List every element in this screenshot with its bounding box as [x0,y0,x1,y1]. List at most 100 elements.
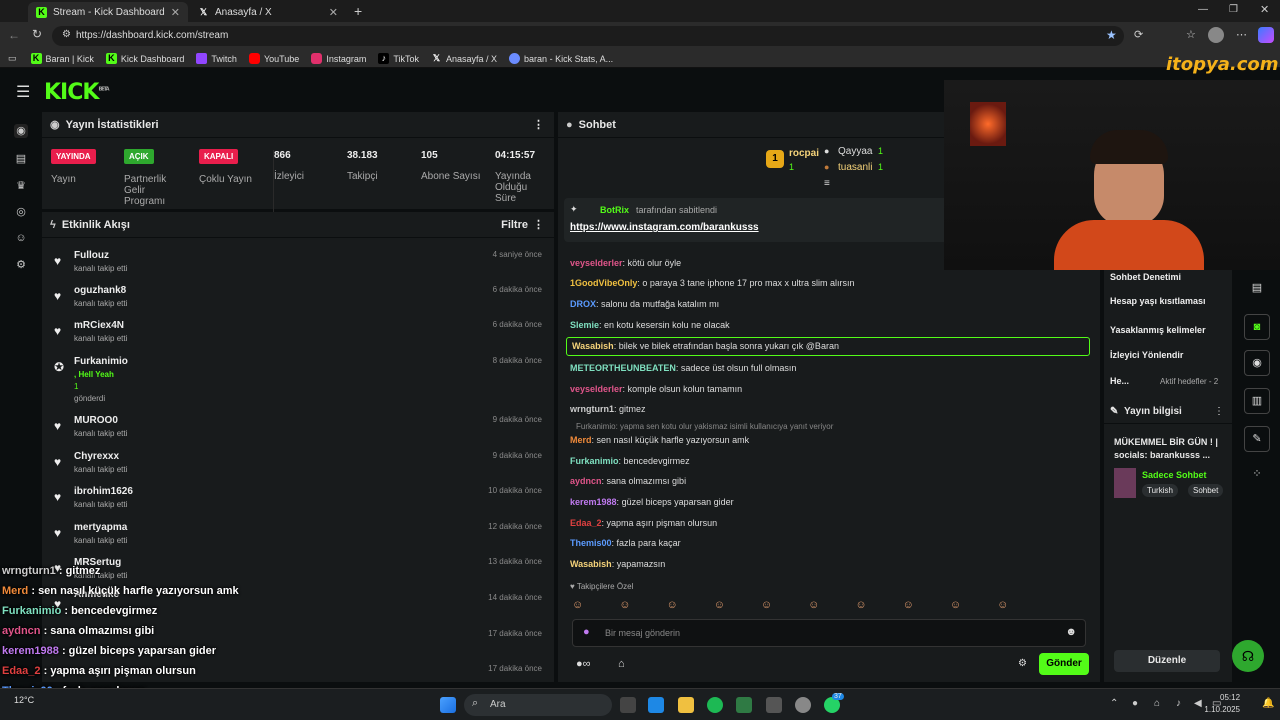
bookmark[interactable]: Instagram [311,53,366,64]
camera-icon[interactable]: ◎ [14,205,28,219]
chrome-icon[interactable] [795,697,811,713]
wrench-icon[interactable]: ✎ [1244,426,1270,452]
network-icon[interactable]: ⌂ [1154,698,1160,709]
chat-username[interactable]: wrngturn1 [570,404,614,414]
sidebar-toggle-icon[interactable]: ▭ [8,53,17,64]
close-tab-icon[interactable]: ✕ [329,6,338,19]
users-icon[interactable]: ☺ [14,232,28,246]
banned-words[interactable]: Yasaklanmış kelimeler [1110,325,1206,335]
more-icon[interactable]: ⋯ [1236,28,1247,41]
chat-username[interactable]: kerem1988 [570,497,617,507]
favorites-icon[interactable]: ☆ [1186,28,1196,41]
chat-input[interactable]: ● Bir mesaj gönderin ☻ [572,619,1086,647]
expand-icon[interactable]: ≡ [824,178,830,189]
site-info-icon[interactable]: ⚙ [62,29,71,40]
viewer-redirect[interactable]: İzleyici Yönlendir [1110,350,1183,360]
task-view-icon[interactable] [620,697,636,713]
settings-icon[interactable]: ⚙ [14,258,28,272]
url-input[interactable]: https://dashboard.kick.com/stream [52,26,1124,46]
app-icon[interactable] [736,697,752,713]
favorite-star-icon[interactable]: ★ [1106,28,1117,42]
kebab-menu-icon[interactable]: ⋮ [533,118,544,131]
new-tab-icon[interactable]: + [354,3,362,19]
clock-date[interactable]: 1.10.2025 [1200,705,1240,714]
heart-icon: ♥ [54,419,62,433]
menu-icon[interactable]: ☰ [16,82,30,102]
kebab-menu-icon[interactable]: ⋮ [1214,406,1224,417]
tray-chevron-icon[interactable]: ⌃ [1110,698,1118,709]
layout-icon[interactable]: ▥ [1244,388,1270,414]
document-icon[interactable]: ▤ [1244,276,1270,302]
chat-username[interactable]: METEORTHEUNBEATEN [570,363,676,373]
shop-icon[interactable]: ⌂ [618,658,625,670]
kick-logo[interactable]: KICKBETA [44,80,110,105]
taskbar: 12°C Ara ⌕ 37 ⌃ ● ⌂ ♪ ◀ ▭ 05:12 1.10.202… [0,688,1280,720]
back-icon[interactable]: ← [8,28,20,42]
chat-username[interactable]: Wasabish [572,341,614,351]
bookmark[interactable]: Twitch [196,53,237,64]
bookmark[interactable]: K Baran | Kick [30,53,94,64]
goals-item[interactable]: He... [1110,376,1129,386]
support-button[interactable]: ☊ [1232,640,1264,672]
bookmark[interactable]: baran - Kick Stats, A... [509,53,613,64]
close-tab-icon[interactable]: ✕ [171,6,180,19]
bookmark[interactable]: YouTube [248,53,299,64]
weather-widget[interactable]: 12°C [14,695,34,705]
chat-username[interactable]: Furkanimio [570,456,619,466]
emote-row[interactable]: ☺☺☺☺☺☺☺☺☺☺ [572,599,1082,615]
send-button[interactable]: Gönder [1039,653,1089,675]
chat-username[interactable]: aydncn [570,476,602,486]
chat-username[interactable]: Merd [570,435,592,445]
mic-tray-icon[interactable]: ♪ [1176,698,1181,709]
chat-text: o paraya 3 tane iphone 17 pro max x ultr… [642,278,855,288]
chat-username[interactable]: Edaa_2 [570,518,602,528]
notifications-icon[interactable]: 🔔 [1262,698,1274,709]
category-link[interactable]: Sadece Sohbet [1142,470,1207,480]
chat-username[interactable]: veyselderler [570,384,623,394]
dashboard-icon[interactable]: ▤ [14,152,28,166]
account-age-limit[interactable]: Hesap yaşı kısıtlaması [1110,296,1206,306]
clock-time[interactable]: 05:12 [1220,693,1240,702]
copilot-icon[interactable] [1258,27,1274,43]
bookmark[interactable]: ♪ TikTok [378,53,419,64]
maximize-icon[interactable]: ❐ [1229,4,1238,15]
minimize-icon[interactable]: — [1198,4,1208,15]
explorer-icon[interactable] [678,697,694,713]
chat-username[interactable]: veyselderler [570,258,623,268]
tab-x[interactable]: 𝕏 Anasayfa / X ✕ [190,2,346,22]
bookmark[interactable]: K Kick Dashboard [105,53,184,64]
edit-button[interactable]: Düzenle [1114,650,1220,672]
spotify-icon[interactable] [707,697,723,713]
chat-username[interactable]: Slemie [570,320,599,330]
taskbar-search[interactable]: Ara [464,694,612,716]
bookmark[interactable]: 𝕏 Anasayfa / X [431,53,497,64]
chat-username[interactable]: 1GoodVibeOnly [570,278,637,288]
profile-avatar[interactable] [1208,27,1224,43]
chat-username[interactable]: Themis00 [570,538,612,548]
trophy-icon[interactable]: ♛ [14,179,28,193]
chat-settings-icon[interactable]: ⚙ [1018,658,1027,669]
emoji-icon[interactable]: ☻ [1065,626,1077,638]
edge-icon[interactable] [648,697,664,713]
apps-icon[interactable]: ⁘ [1244,462,1270,488]
broadcast-icon[interactable]: ◉ [1244,350,1270,376]
mic-icon[interactable]: ● [583,626,590,638]
chat-moderation[interactable]: Sohbet Denetimi [1110,272,1181,282]
tray-app-icon[interactable]: ● [1132,698,1138,709]
points-icon[interactable]: ●∞ [576,658,591,670]
tag[interactable]: Sohbet [1188,484,1224,497]
chat-username[interactable]: Wasabish [570,559,612,569]
pinned-link[interactable]: https://www.instagram.com/barankusss [570,222,759,233]
broadcast-icon[interactable]: ◉ [14,124,28,138]
chat-username[interactable]: DROX [570,299,596,309]
kebab-menu-icon[interactable]: ⋮ [533,218,544,231]
close-window-icon[interactable]: ✕ [1260,3,1269,16]
chat-icon[interactable]: ◙ [1244,314,1270,340]
windows-start-icon[interactable] [440,697,456,713]
extensions-icon[interactable]: ⟳ [1134,28,1143,41]
tab-kick-dashboard[interactable]: K Stream - Kick Dashboard ✕ [28,2,188,22]
obs-icon[interactable] [766,697,782,713]
filter-button[interactable]: Filtre [501,219,528,231]
reload-icon[interactable]: ↻ [32,27,42,41]
tag[interactable]: Turkish [1142,484,1178,497]
